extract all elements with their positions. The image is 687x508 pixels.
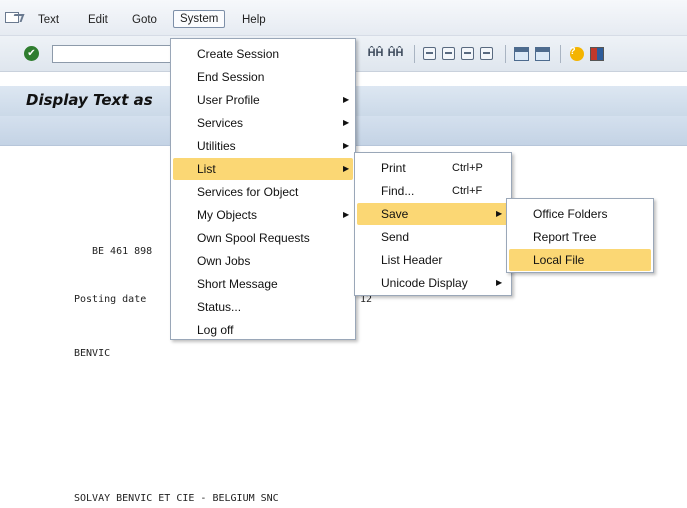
menu-item-utilities[interactable]: Utilities ▶ xyxy=(173,135,353,157)
menu-item-office-folders[interactable]: Office Folders xyxy=(509,203,651,225)
toolbar-separator xyxy=(560,45,561,63)
menu-item-log-off[interactable]: Log off xyxy=(173,319,353,341)
shortcut-find: Ctrl+F xyxy=(452,185,483,197)
shortcut-icon[interactable] xyxy=(535,46,550,61)
toolbar-separator xyxy=(505,45,506,63)
help-icon[interactable]: ? xyxy=(569,46,584,61)
benvic-line: BENVIC xyxy=(74,348,111,359)
customize-layout-icon[interactable] xyxy=(589,46,604,61)
menu-item-user-profile[interactable]: User Profile ▶ xyxy=(173,89,353,111)
previous-page-icon[interactable] xyxy=(441,46,456,61)
menu-text[interactable]: Text xyxy=(38,14,59,26)
vat-number-line: BE 461 898 xyxy=(92,246,153,257)
submenu-arrow-icon: ▶ xyxy=(343,95,350,104)
system-menu: Create Session End Session User Profile ▶… xyxy=(170,38,356,340)
menu-item-list-header[interactable]: List Header xyxy=(357,249,509,271)
submenu-arrow-icon: ▶ xyxy=(343,118,350,127)
menu-item-save[interactable]: Save ▶ xyxy=(357,203,509,225)
menu-item-my-objects[interactable]: My Objects ▶ xyxy=(173,204,353,226)
find-next-icon[interactable]: ĤĤ xyxy=(388,46,404,61)
page-title: Display Text as xyxy=(26,91,153,109)
menu-bar: Text Edit Goto System Help xyxy=(0,0,687,36)
last-page-icon[interactable] xyxy=(479,46,494,61)
menu-item-send[interactable]: Send xyxy=(357,226,509,248)
submenu-arrow-icon: ▶ xyxy=(496,209,503,218)
menu-item-services[interactable]: Services ▶ xyxy=(173,112,353,134)
menu-goto[interactable]: Goto xyxy=(132,14,157,26)
menu-item-services-for-object[interactable]: Services for Object xyxy=(173,181,353,203)
submenu-arrow-icon: ▶ xyxy=(343,210,350,219)
first-page-icon[interactable] xyxy=(422,46,437,61)
menu-item-unicode-display[interactable]: Unicode Display ▶ xyxy=(357,272,509,294)
menu-item-local-file[interactable]: Local File xyxy=(509,249,651,271)
menu-item-own-jobs[interactable]: Own Jobs xyxy=(173,250,353,272)
company-line: SOLVAY BENVIC ET CIE - BELGIUM SNC xyxy=(74,493,279,504)
enter-check-icon[interactable]: ✔ xyxy=(24,46,39,61)
posting-date-line: Posting date xyxy=(74,294,147,305)
menu-item-short-message[interactable]: Short Message xyxy=(173,273,353,295)
menu-item-print[interactable]: Print Ctrl+P xyxy=(357,157,509,179)
menu-item-own-spool-requests[interactable]: Own Spool Requests xyxy=(173,227,353,249)
menu-item-list[interactable]: List ▶ xyxy=(173,158,353,180)
find-icon[interactable]: ĤĤ xyxy=(368,46,384,61)
menu-edit[interactable]: Edit xyxy=(88,14,108,26)
menu-system[interactable]: System xyxy=(173,10,226,28)
submenu-arrow-icon: ▶ xyxy=(496,278,503,287)
create-session-icon[interactable] xyxy=(514,46,529,61)
submenu-arrow-icon: ▶ xyxy=(343,141,350,150)
shortcut-print: Ctrl+P xyxy=(452,162,483,174)
menu-item-end-session[interactable]: End Session xyxy=(173,66,353,88)
exit-icon[interactable] xyxy=(5,12,19,23)
next-page-icon[interactable] xyxy=(460,46,475,61)
toolbar-separator xyxy=(414,45,415,63)
save-submenu: Office Folders Report Tree Local File xyxy=(506,198,654,273)
menu-item-find[interactable]: Find... Ctrl+F xyxy=(357,180,509,202)
menu-item-create-session[interactable]: Create Session xyxy=(173,43,353,65)
menu-help[interactable]: Help xyxy=(242,14,266,26)
menu-item-status[interactable]: Status... xyxy=(173,296,353,318)
submenu-arrow-icon: ▶ xyxy=(343,164,350,173)
menu-item-report-tree[interactable]: Report Tree xyxy=(509,226,651,248)
list-submenu: Print Ctrl+P Find... Ctrl+F Save ▶ Send Lis… xyxy=(354,152,512,296)
